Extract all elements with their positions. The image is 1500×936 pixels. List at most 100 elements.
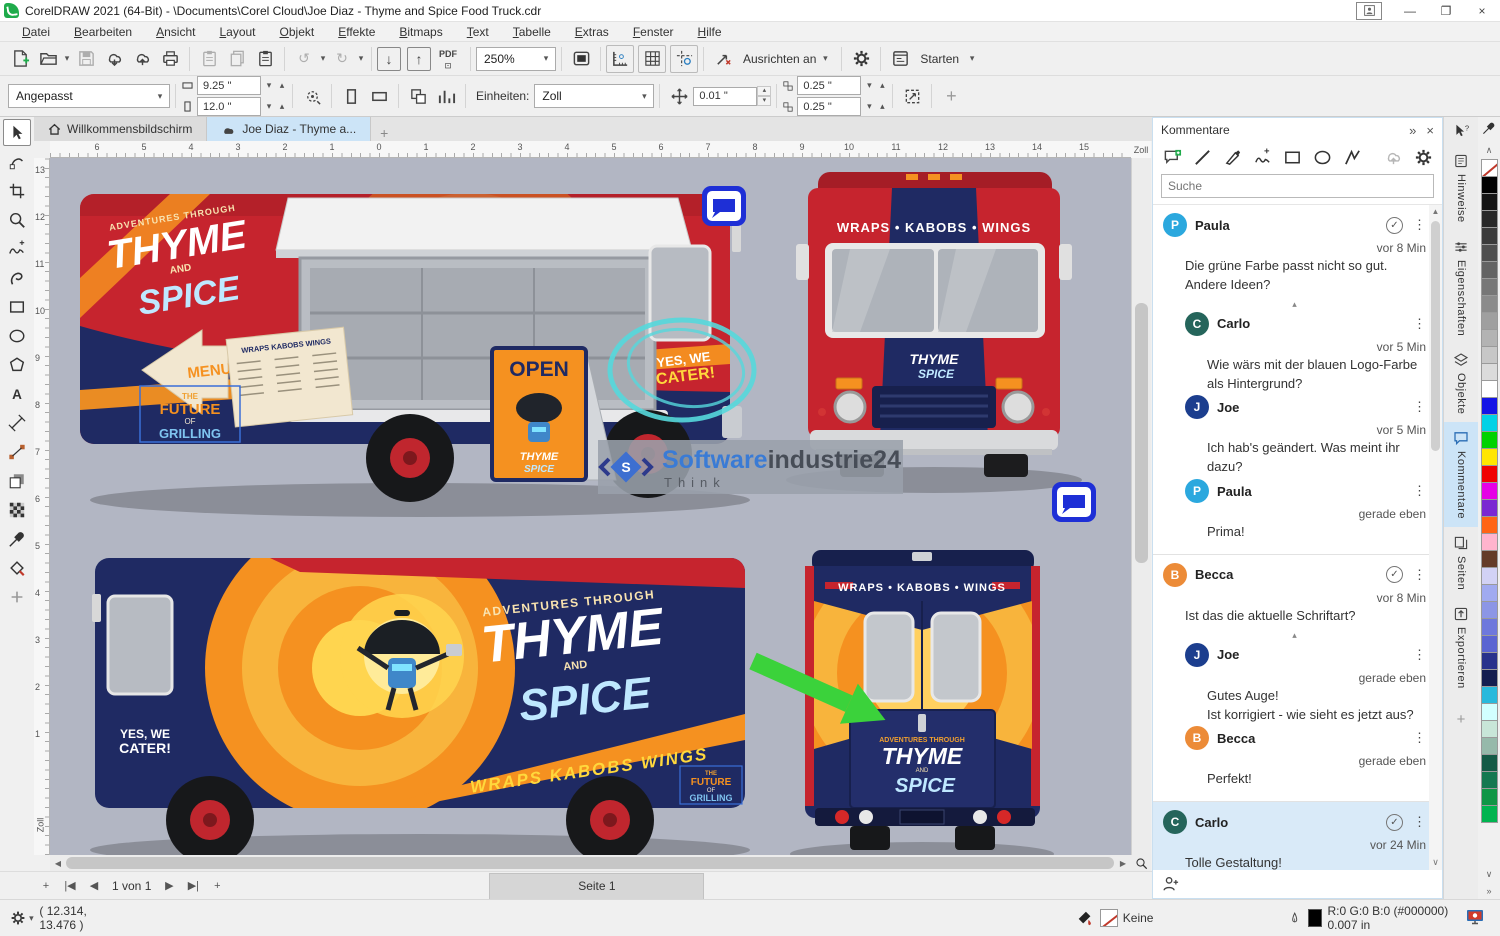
print-button[interactable] [156,45,184,73]
comment-thread[interactable]: BBecca✓⋮vor 8 MinIst das die aktuelle Sc… [1153,555,1442,802]
menu-item-objekt[interactable]: Objekt [268,23,327,41]
color-swatch[interactable] [1481,431,1498,449]
drop-shadow-tool[interactable] [3,467,31,494]
collapse-replies-icon[interactable]: ▴ [1163,630,1426,641]
autofit-page-button[interactable] [298,82,326,110]
page-height-field[interactable]: 12.0 " [197,97,261,116]
comments-settings-gear-icon[interactable] [1410,144,1436,170]
undo-caret-icon[interactable]: ▾ [318,53,328,64]
units-combo[interactable]: Zoll▾ [534,84,654,108]
show-guidelines-button[interactable] [670,45,698,73]
color-swatch[interactable] [1481,584,1498,602]
last-page-button[interactable]: ▶| [181,875,205,897]
color-swatch[interactable] [1481,329,1498,347]
menu-item-bitmaps[interactable]: Bitmaps [387,23,454,41]
color-swatch[interactable] [1481,737,1498,755]
docker-tab-kommentare[interactable]: Kommentare [1444,422,1479,527]
color-swatch[interactable] [1481,771,1498,789]
comments-search[interactable] [1161,174,1434,198]
drawing-canvas[interactable]: ADVENTURES THROUGH THYME AND SPICE MENU … [50,158,1131,855]
tab-welcome-screen[interactable]: Willkommensbildschirm [34,117,207,141]
import-button[interactable]: ↓ [377,47,401,71]
add-docker-button[interactable]: + [1457,711,1466,728]
fill-none-swatch[interactable] [1100,909,1118,927]
comments-scroll-down-icon[interactable]: ∨ [1429,857,1442,868]
nudge-distance-field[interactable]: 0.01 " [693,87,757,106]
menu-item-bearbeiten[interactable]: Bearbeiten [62,23,144,41]
kebab-menu-icon[interactable]: ⋮ [1413,483,1426,499]
cloud-save-button[interactable] [128,45,156,73]
undo-button[interactable]: ↺ [290,45,318,73]
freehand-annotation-icon[interactable] [1249,144,1275,170]
marker-annotation-icon[interactable] [1219,144,1245,170]
resolve-check-icon[interactable]: ✓ [1386,566,1403,583]
color-swatch[interactable] [1481,193,1498,211]
shape-tool[interactable] [3,148,31,175]
menu-item-datei[interactable]: Datei [10,23,62,41]
starten-dropdown[interactable]: Starten▾ [914,52,983,66]
menu-item-tabelle[interactable]: Tabelle [501,23,563,41]
comments-search-input[interactable] [1162,179,1433,193]
color-swatch[interactable] [1481,601,1498,619]
redo-caret-icon[interactable]: ▾ [356,53,366,64]
color-swatch[interactable] [1481,312,1498,330]
show-rulers-button[interactable] [606,45,634,73]
menu-item-text[interactable]: Text [455,23,501,41]
vscroll-thumb[interactable] [1135,303,1148,563]
artistic-media-tool[interactable] [3,264,31,291]
resolve-check-icon[interactable]: ✓ [1386,217,1403,234]
menu-item-extras[interactable]: Extras [563,23,621,41]
text-tool[interactable] [3,380,31,407]
palette-scroll-down-icon[interactable]: ∨ [1486,866,1493,883]
all-pages-button[interactable] [404,82,432,110]
navigator-button[interactable] [1131,855,1151,871]
snap-off-button[interactable] [709,45,737,73]
comments-list[interactable]: PPaula✓⋮vor 8 MinDie grüne Farbe passt n… [1153,204,1442,870]
color-swatch[interactable] [1481,788,1498,806]
color-swatch[interactable] [1481,550,1498,568]
menu-item-fenster[interactable]: Fenster [621,23,686,41]
rectangle-annotation-icon[interactable] [1279,144,1305,170]
comment-marker-1[interactable] [702,186,746,226]
color-swatch[interactable] [1481,567,1498,585]
menu-item-effekte[interactable]: Effekte [326,23,387,41]
duplicate-y-field[interactable]: 0.25 " [797,97,861,116]
redo-button[interactable]: ↻ [328,45,356,73]
color-swatch[interactable] [1481,482,1498,500]
launcher-icon[interactable] [886,45,914,73]
color-swatch[interactable] [1481,618,1498,636]
docker-tab-objekte[interactable]: Objekte [1444,344,1479,422]
customize-plus-button[interactable]: + [937,82,965,110]
docker-tab-hinweise[interactable]: Hinweise [1444,145,1479,231]
color-swatch[interactable] [1481,720,1498,738]
color-swatch[interactable] [1481,805,1498,823]
comment-thread[interactable]: PPaula✓⋮vor 8 MinDie grüne Farbe passt n… [1153,205,1442,555]
current-page-button[interactable] [432,82,460,110]
hscroll-thumb[interactable] [66,857,1114,869]
document-color-settings-icon[interactable] [1464,907,1486,927]
menu-item-hilfe[interactable]: Hilfe [686,23,734,41]
color-swatch[interactable] [1481,448,1498,466]
scroll-left-icon[interactable]: ◀ [50,859,66,868]
color-swatch[interactable] [1481,703,1498,721]
add-page-after-button[interactable]: + [205,875,229,897]
color-swatch[interactable] [1481,244,1498,262]
share-icon[interactable] [1356,2,1382,20]
whats-this-help-icon[interactable] [1453,117,1470,145]
docker-tab-eigenschaften[interactable]: Eigenschaften [1444,231,1479,344]
comments-scrollbar[interactable]: ▲ ∨ [1429,205,1442,870]
color-swatch[interactable] [1481,397,1498,415]
paste-button[interactable] [251,45,279,73]
canvas-horizontal-scrollbar[interactable]: ◀ ▶ [50,855,1131,871]
minimize-button[interactable]: — [1392,0,1428,22]
color-swatch[interactable] [1481,363,1498,381]
page-preset-combo[interactable]: Angepasst▾ [8,84,170,108]
connector-tool[interactable] [3,438,31,465]
color-swatch[interactable] [1481,686,1498,704]
outline-pen-icon[interactable] [1288,910,1301,927]
fill-color-icon[interactable] [1076,909,1094,927]
color-swatch[interactable] [1481,465,1498,483]
zoom-level-combo[interactable]: 250%▾ [476,47,556,71]
open-caret-icon[interactable]: ▾ [62,53,72,64]
sync-cloud-icon[interactable] [1380,144,1406,170]
